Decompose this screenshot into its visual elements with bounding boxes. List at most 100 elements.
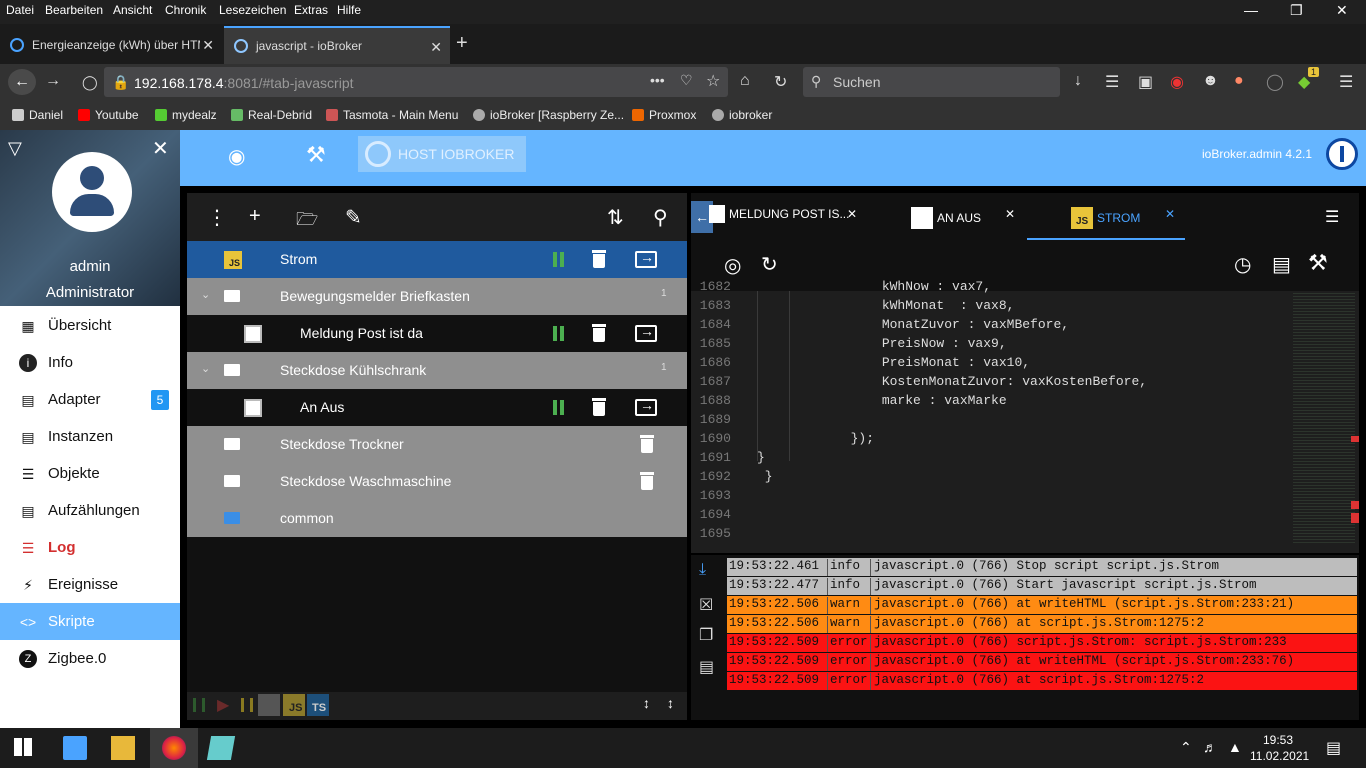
menu-toggle-icon[interactable]: ▽ (8, 138, 22, 159)
file-explorer-icon[interactable] (111, 736, 135, 760)
hamburger-menu-icon[interactable]: ☰ (1339, 72, 1353, 92)
tab-close-icon[interactable]: ✕ (1005, 207, 1015, 221)
search-icon[interactable]: ⚲ (653, 205, 668, 230)
pause-icon[interactable] (552, 400, 566, 415)
collapse-icon[interactable]: ↕ (643, 695, 650, 711)
sidebar-item-adapter[interactable]: ▤ Adapter 5 (0, 381, 180, 418)
bookmark-daniel[interactable]: Daniel (12, 108, 63, 122)
sort-icon[interactable]: ⇅ (607, 205, 624, 230)
schedule-icon[interactable]: ◷ (1234, 252, 1251, 277)
sync-icon[interactable]: ◯ (1266, 72, 1284, 92)
maximize-icon[interactable]: ❐ (1290, 2, 1303, 19)
chevron-down-icon[interactable]: ⌄ (201, 362, 210, 375)
sidebar-item-instanzen[interactable]: ▤ Instanzen (0, 418, 180, 455)
tree-folder-kuehlschrank[interactable]: ⌄ Steckdose Kühlschrank 1 (187, 352, 687, 389)
tree-row-meldung-post[interactable]: Meldung Post ist da (187, 315, 687, 352)
minimize-icon[interactable]: — (1244, 2, 1258, 18)
filter-blockly-icon[interactable] (258, 694, 280, 716)
tree-folder-waschmaschine[interactable]: Steckdose Waschmaschine (187, 463, 687, 500)
extension-icon[interactable]: ● (1234, 72, 1244, 90)
browser-tab-javascript[interactable]: javascript - ioBroker ✕ (224, 26, 450, 64)
editor-tab-an-aus[interactable]: AN AUS (911, 207, 981, 229)
shield-icon[interactable]: ◯ (82, 74, 98, 91)
chevron-up-icon[interactable]: ⌃ (1180, 739, 1192, 756)
tree-folder-common[interactable]: common (187, 500, 687, 537)
notification-icon[interactable]: ▤ (1326, 738, 1341, 758)
sidebar-item-zigbee[interactable]: Z Zigbee.0 (0, 640, 180, 677)
close-window-icon[interactable]: ✕ (1336, 2, 1348, 19)
tab-close-icon[interactable]: ✕ (430, 39, 442, 56)
filter-js-icon[interactable]: JS (283, 694, 305, 716)
filter-stopped-icon[interactable]: ▶ (217, 695, 229, 715)
menu-datei[interactable]: Datei (6, 3, 34, 17)
export-icon[interactable] (635, 249, 657, 268)
clipboard-icon[interactable]: ▤ (1272, 252, 1291, 277)
clear-log-icon[interactable]: ☒ (699, 595, 713, 615)
sidebar-item-log[interactable]: ☰ Log (0, 529, 180, 566)
tree-folder-trockner[interactable]: Steckdose Trockner (187, 426, 687, 463)
bookmark-iobroker-raspberry[interactable]: ioBroker [Raspberry Ze... (473, 108, 624, 122)
reload-icon[interactable]: ↻ (774, 72, 787, 92)
filter-ts-icon[interactable]: TS (307, 694, 329, 716)
tab-close-icon[interactable]: ✕ (1165, 207, 1175, 221)
code-minimap[interactable] (1279, 291, 1359, 549)
delete-icon[interactable] (592, 250, 606, 268)
computer-icon[interactable] (63, 736, 87, 760)
menu-hilfe[interactable]: Hilfe (337, 3, 361, 17)
tab-menu-icon[interactable]: ☰ (1325, 207, 1339, 227)
export-icon[interactable] (635, 323, 657, 342)
close-sidebar-icon[interactable]: ✕ (152, 136, 169, 161)
menu-chronik[interactable]: Chronik (165, 3, 206, 17)
wrench-icon[interactable]: ⚒ (1308, 250, 1328, 276)
pocket-icon[interactable]: ♡ (680, 72, 693, 89)
bookmark-iobroker[interactable]: iobroker (712, 108, 772, 122)
back-arrow-icon[interactable]: ← (8, 69, 36, 95)
tree-row-an-aus[interactable]: An Aus (187, 389, 687, 426)
menu-bearbeiten[interactable]: Bearbeiten (45, 3, 103, 17)
export-icon[interactable] (635, 397, 657, 416)
edit-pencil-icon[interactable]: ✎ (345, 205, 362, 230)
expand-icon[interactable]: ↕ (667, 695, 674, 711)
page-actions-icon[interactable]: ••• (650, 72, 665, 88)
home-icon[interactable]: ⌂ (740, 72, 750, 90)
bookmark-tasmota[interactable]: Tasmota - Main Menu (326, 108, 458, 122)
account-icon[interactable]: ☻ (1202, 72, 1219, 90)
library-icon[interactable]: ☰ (1105, 72, 1119, 92)
pause-icon[interactable] (552, 326, 566, 341)
menu-extras[interactable]: Extras (294, 3, 328, 17)
bookmark-star-icon[interactable]: ☆ (706, 71, 720, 91)
restart-icon[interactable]: ↻ (761, 252, 778, 277)
chevron-down-icon[interactable]: ⌄ (201, 288, 210, 301)
tab-close-icon[interactable]: ✕ (202, 37, 214, 54)
sidebar-item-aufzaehlungen[interactable]: ▤ Aufzählungen (0, 492, 180, 529)
bookmark-mydealz[interactable]: mydealz (155, 108, 217, 122)
ublock-icon[interactable]: ◉ (1170, 72, 1184, 92)
windows-start-icon[interactable] (14, 738, 32, 756)
eye-icon[interactable]: ◉ (228, 144, 245, 169)
forward-arrow-icon[interactable]: → (45, 72, 61, 90)
log-list-icon[interactable]: ▤ (699, 657, 714, 677)
filter-paused-icon[interactable] (241, 698, 253, 712)
wrench-icon[interactable]: ⚒ (306, 142, 326, 168)
code-editor[interactable]: 1682 kWhNow : vax7, 1683 kWhMonat : vax8,… (691, 279, 1359, 551)
url-text[interactable]: 192.168.178.4:8081/#tab-javascript (134, 75, 354, 91)
delete-icon[interactable] (640, 435, 654, 453)
browser-tab-energieanzeige[interactable]: Energieanzeige (kWh) über HTM ✕ (0, 26, 222, 64)
delete-icon[interactable] (640, 472, 654, 490)
firefox-icon[interactable] (162, 736, 186, 760)
bookmark-youtube[interactable]: Youtube (78, 108, 139, 122)
add-script-icon[interactable]: + (249, 205, 261, 228)
sidebar-item-ereignisse[interactable]: ⚡ Ereignisse (0, 566, 180, 603)
volume-icon[interactable]: ♬ (1203, 739, 1217, 755)
more-vert-icon[interactable]: ⋮ (207, 205, 227, 230)
tab-close-icon[interactable]: ✕ (847, 207, 857, 221)
editor-tab-strom[interactable]: JS STROM (1071, 207, 1140, 229)
tree-row-strom[interactable]: JS Strom (187, 241, 687, 278)
download-icon[interactable]: ↓ (1074, 72, 1082, 90)
insecure-lock-icon[interactable]: 🔒 (112, 74, 129, 91)
delete-icon[interactable] (592, 324, 606, 342)
target-icon[interactable]: ◎ (724, 253, 741, 278)
sidebar-item-skripte[interactable]: <> Skripte (0, 603, 180, 640)
taskbar-clock[interactable]: 19:53 11.02.2021 (1250, 732, 1309, 764)
menu-ansicht[interactable]: Ansicht (113, 3, 152, 17)
